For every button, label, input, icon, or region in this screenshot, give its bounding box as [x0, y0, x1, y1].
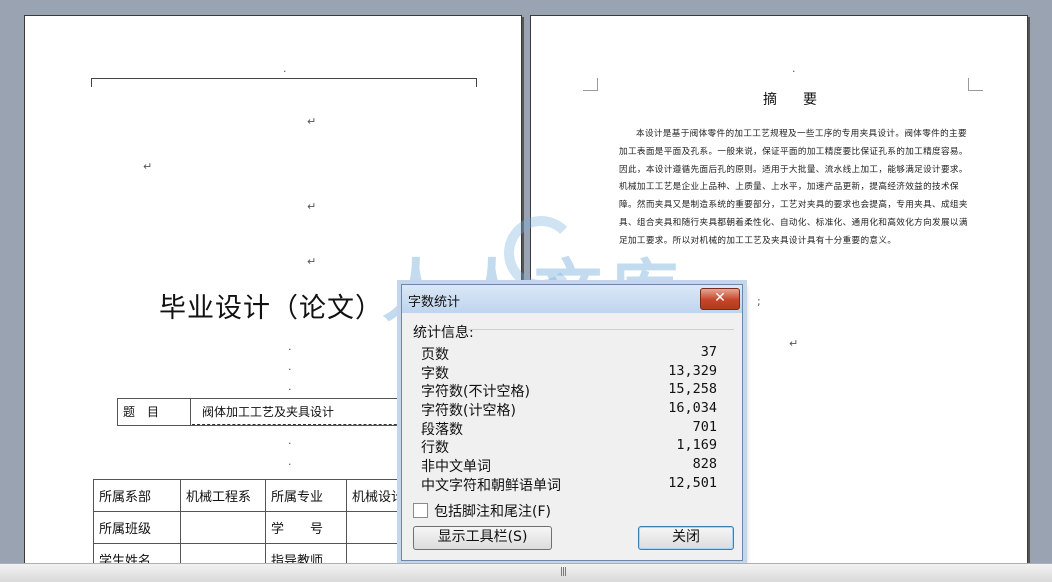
paragraph-mark: · [288, 437, 292, 450]
close-icon[interactable]: ✕ [700, 288, 740, 310]
horizontal-scrollbar[interactable]: ||| [0, 563, 1052, 582]
table-cell [180, 543, 266, 564]
paragraph-mark: · [288, 343, 292, 356]
stat-value: 37 [700, 344, 717, 360]
topic-underline [192, 424, 422, 425]
statistics-label: 统计信息: [413, 325, 474, 341]
table-cell: 所属系部 [93, 479, 181, 512]
stat-row-lines: 行数 1,169 [421, 437, 717, 456]
dialog-title: 字数统计 [408, 295, 461, 310]
paragraph-mark: · [283, 65, 287, 78]
stat-value: 701 [692, 418, 717, 435]
paragraph-mark: ; [757, 295, 761, 308]
stat-row-paragraphs: 段落数 701 [421, 419, 717, 438]
paragraph-mark: · [288, 383, 292, 396]
paragraph-mark: · [792, 65, 796, 78]
topic-value: 阀体加工工艺及夹具设计 [202, 405, 335, 419]
paragraph-mark: ↵ [307, 200, 317, 213]
abstract-heading: 摘 要 [763, 92, 823, 108]
include-footnotes-checkbox[interactable]: 包括脚注和尾注(F) [413, 501, 551, 521]
word-count-dialog[interactable]: 字数统计 ✕ 统计信息: 页数 37 字数 13,329 字符数(不计空格) 1… [401, 284, 743, 561]
stat-label: 行数 [421, 440, 449, 457]
paragraph-mark: ↵ [789, 337, 799, 350]
stat-value: 828 [692, 456, 717, 473]
topic-row: 题 目 阀体加工工艺及夹具设计 [117, 398, 422, 426]
table-cell: 所属班级 [93, 511, 181, 544]
table-cell [180, 511, 266, 544]
margin-corner [583, 78, 598, 91]
stat-row-words: 字数 13,329 [421, 363, 717, 382]
stat-value: 15,258 [668, 381, 717, 398]
header-rule [91, 78, 477, 87]
paragraph-mark: · [288, 458, 292, 471]
stat-label: 段落数 [421, 421, 463, 438]
checkbox-label: 包括脚注和尾注(F) [434, 504, 551, 520]
stat-row-chars-no-spaces: 字符数(不计空格) 15,258 [421, 381, 717, 400]
topic-label: 题 目 [118, 399, 191, 425]
divider [468, 329, 734, 330]
stat-value: 13,329 [668, 362, 717, 379]
stat-row-cjk-chars: 中文字符和朝鲜语单词 12,501 [421, 475, 717, 494]
stat-label: 字数 [421, 365, 449, 382]
paragraph-mark: ↵ [307, 255, 317, 268]
stat-row-chars-with-spaces: 字符数(计空格) 16,034 [421, 400, 717, 419]
dialog-title-bar[interactable]: 字数统计 ✕ [402, 285, 742, 313]
table-cell: 学生姓名 [93, 543, 181, 564]
checkbox-icon[interactable] [413, 503, 428, 518]
stat-label: 字符数(不计空格) [421, 384, 530, 401]
stat-label: 中文字符和朝鲜语单词 [421, 477, 561, 494]
table-row: 所属系部 机械工程系 所属专业 机械设计 [93, 479, 438, 512]
table-row: 学生姓名 指导教师 [93, 543, 438, 564]
stat-label: 字符数(计空格) [421, 403, 516, 420]
table-cell: 机械工程系 [180, 479, 266, 512]
student-info-table: 所属系部 机械工程系 所属专业 机械设计 所属班级 学 号 学生姓名 指导教师 [93, 479, 438, 564]
show-toolbar-button[interactable]: 显示工具栏(S) [413, 526, 552, 550]
stat-label: 页数 [421, 347, 449, 363]
statistics-list: 页数 37 字数 13,329 字符数(不计空格) 15,258 字符数(计空格… [421, 344, 717, 494]
table-row: 所属班级 学 号 [93, 511, 438, 544]
stat-value: 16,034 [668, 400, 717, 417]
margin-corner [968, 78, 983, 91]
close-button[interactable]: 关闭 [638, 526, 734, 550]
paragraph-mark: · [288, 363, 292, 376]
table-cell: 指导教师 [265, 543, 347, 564]
stat-row-non-chinese-words: 非中文单词 828 [421, 456, 717, 475]
stat-value: 1,169 [676, 437, 717, 454]
table-cell: 学 号 [265, 511, 347, 544]
scrollbar-grip-icon[interactable]: ||| [560, 567, 567, 577]
stat-value: 12,501 [668, 474, 717, 491]
paragraph-mark: ↵ [307, 115, 317, 128]
paragraph-mark: ↵ [143, 160, 153, 173]
thesis-title: 毕业设计（论文） [159, 293, 383, 324]
table-cell: 所属专业 [265, 479, 347, 512]
abstract-paragraph: 本设计是基于阀体零件的加工工艺规程及一些工序的专用夹具设计。阀体零件的主要加工表… [619, 129, 968, 246]
stat-row-pages: 页数 37 [421, 344, 717, 363]
stat-label: 非中文单词 [421, 459, 491, 476]
